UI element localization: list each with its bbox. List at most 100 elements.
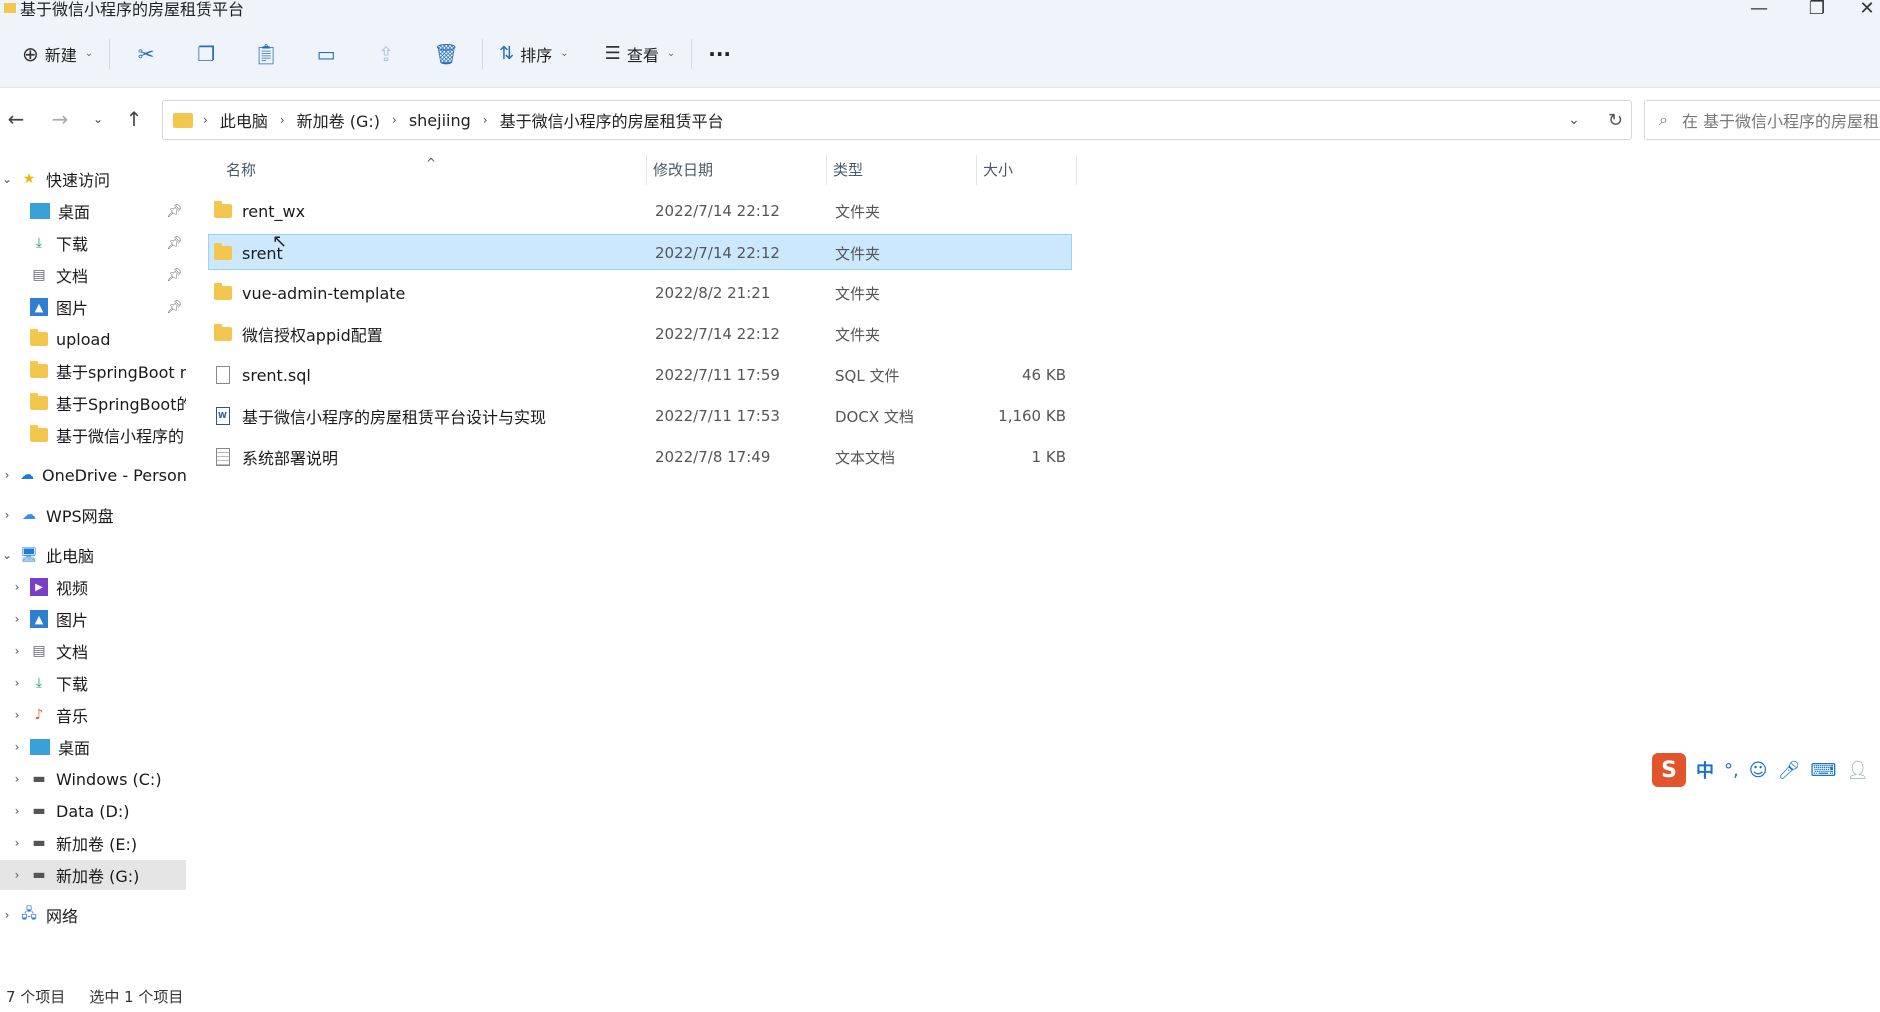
file-type: 文件夹 <box>835 325 881 344</box>
refresh-icon[interactable]: ↻ <box>1608 110 1623 131</box>
chevron-down-icon: ⌄ <box>666 48 676 59</box>
trash-icon: 🗑︎ <box>433 41 459 66</box>
cut-button[interactable]: ✂ <box>116 34 176 74</box>
column-divider[interactable] <box>1076 155 1077 185</box>
file-name-cell: srent.sql <box>214 357 311 393</box>
file-date: 2022/8/2 21:21 <box>655 284 771 302</box>
sidebar-quick-access[interactable]: ⌄ ★ 快速访问 <box>0 164 186 194</box>
search-box[interactable]: ⌕ 在 基于微信小程序的房屋租赁平台 中搜索 <box>1644 100 1880 140</box>
share-button[interactable]: ⇪ <box>356 34 416 74</box>
folder-icon <box>214 243 232 260</box>
view-button[interactable]: ☰ 查看 ⌄ <box>595 34 686 74</box>
column-header-name[interactable]: 名称 <box>226 151 256 187</box>
keyboard-icon[interactable]: ⌨ <box>1810 760 1836 781</box>
paste-button[interactable]: 📋︎ <box>236 34 296 74</box>
pin-icon[interactable]: 📌︎ <box>166 204 183 219</box>
arrow-up-icon: ↑ <box>125 107 143 131</box>
minimize-button[interactable]: — <box>1736 0 1782 22</box>
sogou-logo-icon[interactable]: S <box>1652 753 1686 787</box>
pin-icon[interactable]: 📌︎ <box>166 268 183 283</box>
emoji-icon[interactable]: ☺ <box>1749 760 1768 781</box>
file-date: 2022/7/8 17:49 <box>655 448 771 466</box>
sidebar-item-downloads[interactable]: › ⤓ 下载 <box>0 668 186 698</box>
chevron-right-icon: › <box>14 772 20 786</box>
sort-button[interactable]: ⇅ 排序 ⌄ <box>489 34 579 74</box>
recent-locations-button[interactable]: ⌄ <box>82 103 114 135</box>
sidebar-item-folder[interactable]: 基于springBoot m <box>0 356 186 386</box>
chevron-right-icon: › <box>14 804 20 818</box>
sidebar-item-drive-e[interactable]: › ▬ 新加卷 (E:) <box>0 828 186 858</box>
file-date: 2022/7/14 22:12 <box>655 244 780 262</box>
sidebar-item-desktop[interactable]: 桌面 📌︎ <box>0 196 186 226</box>
file-name: rent_wx <box>242 201 306 221</box>
breadcrumb-this-pc[interactable]: 此电脑 <box>220 108 268 132</box>
delete-button[interactable]: 🗑︎ <box>416 34 476 74</box>
file-row[interactable]: vue-admin-template 2022/8/2 21:21 文件夹 <box>208 275 1072 311</box>
column-header-size[interactable]: 大小 <box>983 151 1013 187</box>
more-options-button[interactable]: ··· <box>698 34 741 74</box>
sidebar-network[interactable]: › 🖧︎ 网络 <box>0 900 186 930</box>
sort-ascending-icon: ^ <box>426 156 437 170</box>
ime-toolbar[interactable]: S 中 °, ☺ 🎤︎ ⌨ 👤︎ 👕︎ <box>1652 752 1880 788</box>
breadcrumb-drive-g[interactable]: 新加卷 (G:) <box>297 108 380 132</box>
sidebar-item-videos[interactable]: › ▶ 视频 <box>0 572 186 602</box>
breadcrumb-current-folder[interactable]: 基于微信小程序的房屋租赁平台 <box>500 108 724 132</box>
new-button[interactable]: ⊕ 新建 ⌄ <box>12 34 103 74</box>
sidebar-item-folder[interactable]: 基于SpringBoot的 <box>0 388 186 418</box>
column-divider[interactable] <box>646 155 647 185</box>
sidebar-item-desktop[interactable]: › 桌面 <box>0 732 186 762</box>
sidebar-item-documents[interactable]: › ▤ 文档 <box>0 636 186 666</box>
sidebar-label: OneDrive - Persona <box>42 465 186 485</box>
file-row[interactable]: srent.sql 2022/7/11 17:59 SQL 文件 46 KB <box>208 357 1072 393</box>
search-icon: ⌕ <box>1659 110 1668 129</box>
restore-button[interactable]: ❐ <box>1794 0 1840 22</box>
column-header-type[interactable]: 类型 <box>833 151 863 187</box>
microphone-icon[interactable]: 🎤︎ <box>1778 760 1801 781</box>
file-date: 2022/7/11 17:53 <box>655 407 780 425</box>
sidebar-item-drive-d[interactable]: › ▬ Data (D:) <box>0 796 186 826</box>
sidebar-label: 下载 <box>56 675 89 694</box>
copy-button[interactable]: ❐ <box>176 34 236 74</box>
forward-button[interactable]: → <box>44 103 76 135</box>
file-size: 46 KB <box>1022 366 1066 384</box>
file-name: vue-admin-template <box>242 283 406 303</box>
address-bar[interactable]: › 此电脑 › 新加卷 (G:) › shejiing › 基于微信小程序的房屋… <box>162 100 1632 140</box>
more-icon: ··· <box>708 41 732 66</box>
sidebar-onedrive[interactable]: › ☁ OneDrive - Persona <box>0 460 186 490</box>
sidebar-item-pictures[interactable]: ▲ 图片 📌︎ <box>0 292 186 322</box>
file-row[interactable]: rent_wx 2022/7/14 22:12 文件夹 <box>208 193 1072 229</box>
file-row[interactable]: srent 2022/7/14 22:12 文件夹 <box>208 234 1072 270</box>
ime-mode-toggle[interactable]: 中 <box>1696 757 1714 783</box>
column-header-label: 名称 <box>226 160 257 179</box>
list-view-icon: ☰ <box>604 43 621 64</box>
sidebar-item-music[interactable]: › ♪ 音乐 <box>0 700 186 730</box>
back-button[interactable]: ← <box>0 103 32 135</box>
up-button[interactable]: ↑ <box>118 103 150 135</box>
address-history-button[interactable]: ⌄ <box>1568 112 1580 128</box>
close-button[interactable]: ✕ <box>1844 0 1880 22</box>
sidebar-wps[interactable]: › ☁ WPS网盘 <box>0 500 186 530</box>
sidebar-item-documents[interactable]: ▤ 文档 📌︎ <box>0 260 186 290</box>
pin-icon[interactable]: 📌︎ <box>166 300 183 315</box>
sidebar-this-pc[interactable]: ⌄ 🖥︎ 此电脑 <box>0 540 186 570</box>
column-divider[interactable] <box>826 155 827 185</box>
music-icon: ♪ <box>34 707 44 723</box>
sidebar-item-upload[interactable]: upload <box>0 324 186 354</box>
sidebar-label: 图片 <box>56 299 89 318</box>
ime-punctuation-toggle[interactable]: °, <box>1724 760 1739 781</box>
file-row[interactable]: 微信授权appid配置 2022/7/14 22:12 文件夹 <box>208 316 1072 352</box>
pin-icon[interactable]: 📌︎ <box>166 236 183 251</box>
rename-button[interactable]: ▭ <box>296 34 356 74</box>
file-row[interactable]: 基于微信小程序的房屋租赁平台设计与实现 2022/7/11 17:53 DOCX… <box>208 398 1072 434</box>
user-icon[interactable]: 👤︎ <box>1846 760 1869 781</box>
sidebar-item-drive-g[interactable]: › ▬ 新加卷 (G:) <box>0 860 186 890</box>
column-divider[interactable] <box>976 155 977 185</box>
sidebar-item-downloads[interactable]: ⤓ 下载 📌︎ <box>0 228 186 258</box>
sidebar-item-folder[interactable]: 基于微信小程序的 <box>0 420 186 450</box>
file-row[interactable]: 系统部署说明 2022/7/8 17:49 文本文档 1 KB <box>208 439 1072 475</box>
sidebar-item-pictures[interactable]: › ▲ 图片 <box>0 604 186 634</box>
column-header-date[interactable]: 修改日期 <box>653 151 713 187</box>
file-type: SQL 文件 <box>835 366 900 385</box>
sidebar-item-drive-c[interactable]: › ▬ Windows (C:) <box>0 764 186 794</box>
breadcrumb-shejiing[interactable]: shejiing <box>409 111 471 130</box>
